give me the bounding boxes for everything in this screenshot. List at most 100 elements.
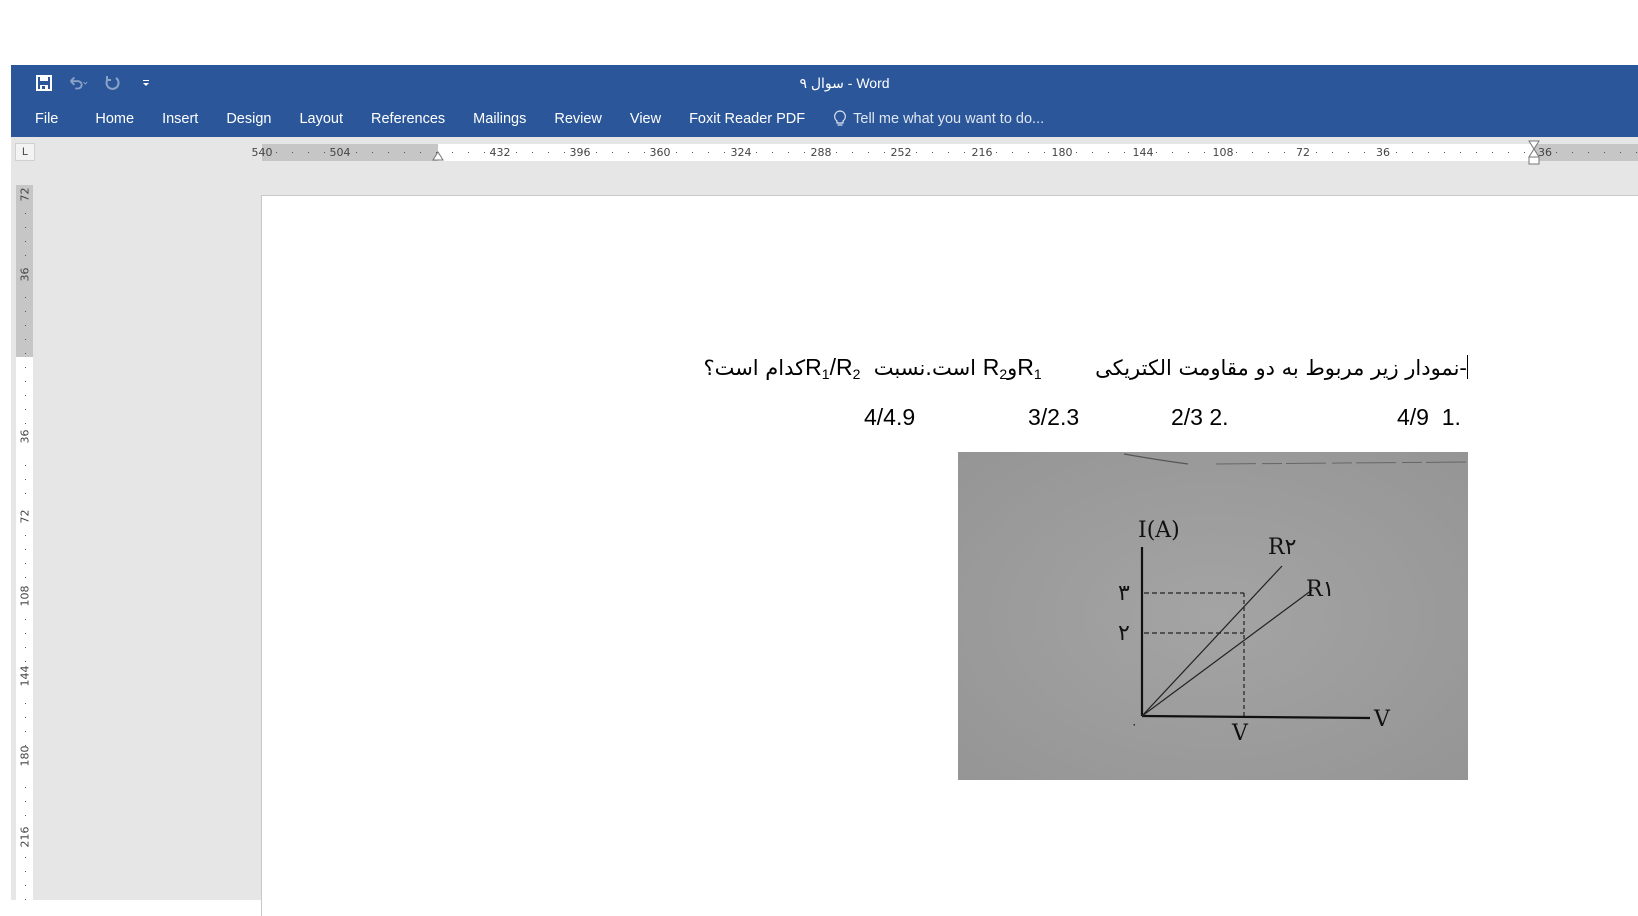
ruler-tick — [532, 152, 533, 153]
x-axis-label: V — [1373, 707, 1391, 732]
ruler-tick — [852, 152, 853, 153]
ruler-tick — [1172, 152, 1173, 153]
option-4-text: 4/4.9 — [864, 404, 916, 430]
ruler-tick — [25, 563, 26, 564]
question-text[interactable]: -نمودار زیر مربوط به دو مقاومت الکتریکی … — [703, 354, 1468, 382]
tab-foxit-reader-pdf[interactable]: Foxit Reader PDF — [675, 101, 819, 137]
ruler-tick — [324, 152, 325, 153]
ruler-label: 72 — [1296, 146, 1310, 159]
option-1[interactable]: 4/9 1. — [1397, 404, 1461, 431]
ruler-tick — [484, 152, 485, 153]
ruler-tick — [1204, 152, 1205, 153]
ruler-tick — [25, 465, 26, 466]
tab-references[interactable]: References — [357, 101, 459, 137]
ruler-tick — [25, 325, 26, 326]
ruler-tick — [308, 152, 309, 153]
ruler-tick — [1476, 152, 1477, 153]
ruler-tick — [1620, 152, 1621, 153]
ruler-tick — [1588, 152, 1589, 153]
tab-layout[interactable]: Layout — [285, 101, 357, 137]
ruler-tick — [1076, 152, 1077, 153]
ruler-tick — [1188, 152, 1189, 153]
x-marker-label: V — [1231, 721, 1249, 746]
paper-background — [958, 452, 1468, 780]
window-title: سوال ۹ - Word — [799, 75, 890, 91]
ruler-tick — [276, 152, 277, 153]
ruler-tick — [292, 152, 293, 153]
ruler-tick — [25, 367, 26, 368]
ruler-tick — [1444, 152, 1445, 153]
ruler-tick — [25, 633, 26, 634]
horizontal-ruler[interactable]: L 540 504 432 396 360 324 288 252 216 180 144 108 72… — [11, 137, 1638, 165]
ruler-tick — [1236, 152, 1237, 153]
ruler-tick — [1508, 152, 1509, 153]
ruler-tick — [25, 871, 26, 872]
option-2-number: 2. — [1209, 404, 1229, 430]
ruler-tick — [25, 703, 26, 704]
tab-file[interactable]: File — [11, 101, 81, 137]
ruler-tick — [772, 152, 773, 153]
ruler-tick — [25, 213, 26, 214]
ruler-tick — [756, 152, 757, 153]
ruler-label: 36 — [18, 267, 32, 282]
text-cursor — [1467, 355, 1468, 379]
ruler-tick — [25, 479, 26, 480]
ruler-label: 432 — [489, 146, 511, 159]
ruler-tick — [25, 619, 26, 620]
ruler-label: 396 — [569, 146, 591, 159]
ruler-tick — [1316, 152, 1317, 153]
ruler-tick — [948, 152, 949, 153]
horizontal-ruler-track: 540 504 432 396 360 324 288 252 216 180 144 108 72 36… — [252, 140, 1638, 165]
ruler-tick — [25, 381, 26, 382]
ruler-label: 360 — [649, 146, 671, 159]
ruler-tick — [25, 857, 26, 858]
ruler-tick — [804, 152, 805, 153]
document-page[interactable]: -نمودار زیر مربوط به دو مقاومت الکتریکی … — [261, 195, 1638, 916]
ruler-tick — [356, 152, 357, 153]
ruler-tick — [25, 227, 26, 228]
ruler-tick — [25, 535, 26, 536]
ruler-label: 504 — [329, 146, 351, 159]
tab-mailings[interactable]: Mailings — [459, 101, 540, 137]
ruler-label: 144 — [1132, 146, 1154, 159]
tab-view[interactable]: View — [616, 101, 675, 137]
option-3[interactable]: 3/2.3 — [1028, 404, 1079, 431]
ruler-tick — [628, 152, 629, 153]
option-1-number: 1. — [1441, 404, 1461, 430]
tab-review[interactable]: Review — [540, 101, 616, 137]
ribbon-tabs: File Home Insert Design Layout Reference… — [11, 101, 1638, 137]
option-4[interactable]: 4/4.9 — [864, 404, 915, 431]
ruler-tick — [1012, 152, 1013, 153]
option-2[interactable]: 2/3 2. — [1171, 404, 1229, 431]
ruler-tick — [996, 152, 997, 153]
ruler-label: 36 — [1538, 146, 1552, 159]
tab-home[interactable]: Home — [81, 101, 148, 137]
y-axis-label: I(A) — [1138, 518, 1180, 543]
ruler-tick — [1636, 152, 1637, 153]
ruler-tick — [420, 152, 421, 153]
ruler-tick — [1252, 152, 1253, 153]
ruler-tick — [25, 311, 26, 312]
ruler-tick — [868, 152, 869, 153]
vertical-ruler[interactable]: 72 36 36 72 108 144 180 216 — [11, 185, 49, 900]
ruler-tick — [25, 661, 26, 662]
tell-me-search[interactable]: Tell me what you want to do... — [819, 110, 1044, 128]
option-2-text: 2/3 — [1171, 404, 1203, 430]
iv-graph-image[interactable]: I(A) V V ۰ ۳ ۲ R۲ R۱ — [958, 452, 1468, 780]
ruler-tick — [468, 152, 469, 153]
tab-selector[interactable]: L — [15, 143, 35, 161]
question-part1: -نمودار زیر مربوط به دو مقاومت الکتریکی — [1095, 356, 1467, 380]
ruler-tick — [25, 423, 26, 424]
ruler-tick — [25, 255, 26, 256]
and-word: و — [1007, 356, 1018, 380]
ruler-tick — [964, 152, 965, 153]
ruler-tick — [1412, 152, 1413, 153]
tab-insert[interactable]: Insert — [148, 101, 212, 137]
tab-design[interactable]: Design — [212, 101, 285, 137]
ruler-tick — [1028, 152, 1029, 153]
ruler-tick — [1268, 152, 1269, 153]
ruler-tick — [1092, 152, 1093, 153]
hanging-indent-marker[interactable] — [432, 150, 444, 161]
ruler-tick — [692, 152, 693, 153]
ruler-label: 216 — [971, 146, 993, 159]
